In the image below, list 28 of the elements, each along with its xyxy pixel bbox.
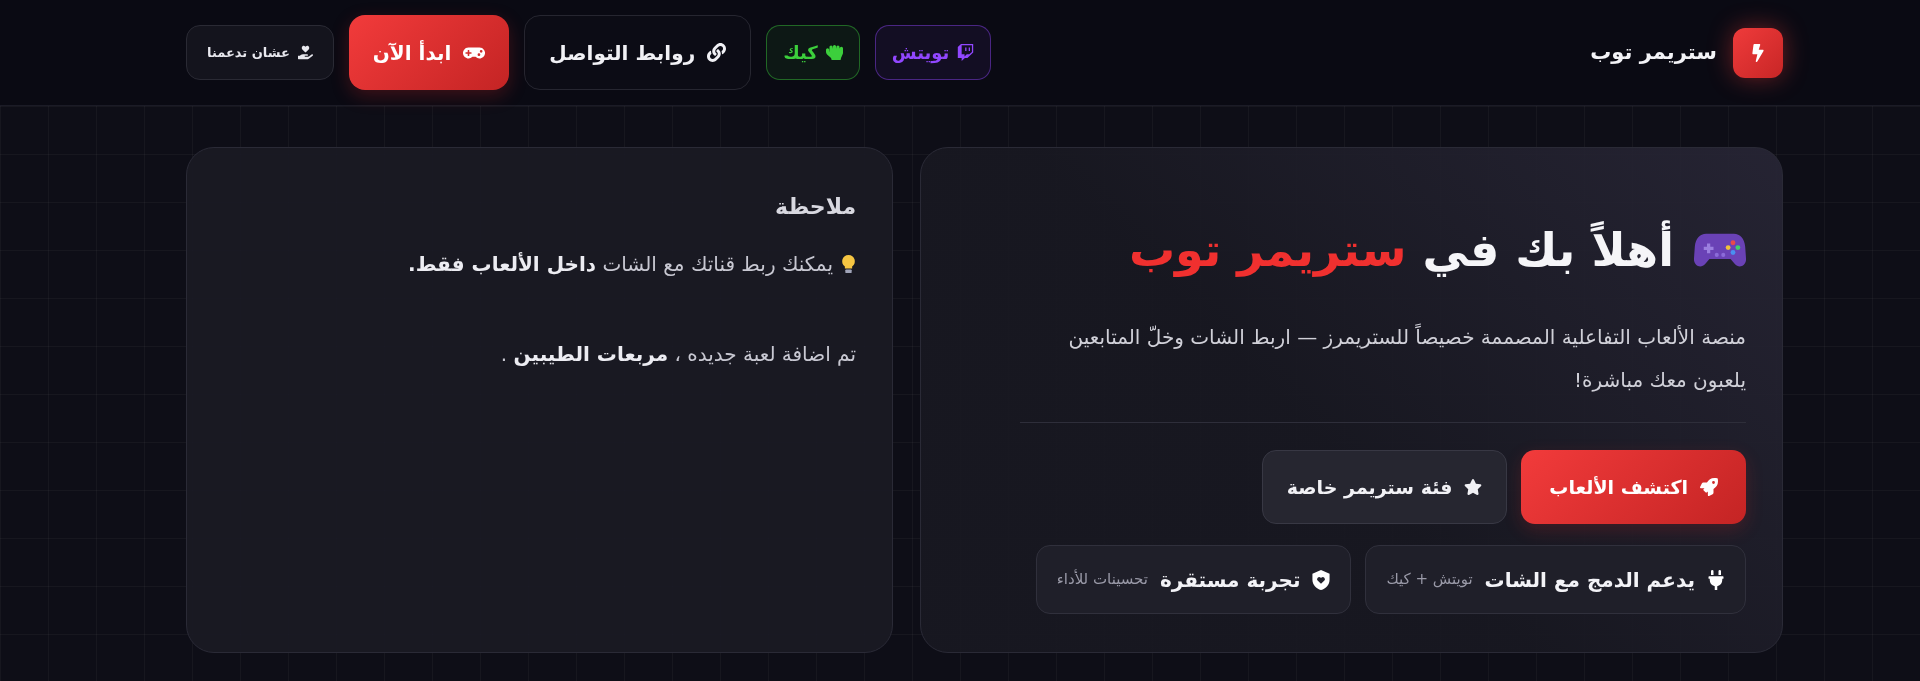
rocket-icon: [1700, 478, 1718, 496]
note-text: يمكنك ربط قناتك مع الشات داخل الألعاب فقط.: [408, 251, 833, 278]
hand-heart-icon: [297, 45, 313, 60]
note-title: ملاحظة: [774, 193, 856, 221]
social-links-button[interactable]: روابط التواصل: [524, 15, 752, 90]
feature-subtitle: تحسينات للأداء: [1056, 568, 1148, 591]
logo-text[interactable]: ستريمر توب: [1590, 36, 1717, 69]
description-text: منصة الألعاب التفاعلية المصممة خصيصاً للستريمرز — اربط الشات وخلّ المتابعين يلعبون معك مباشرة!: [1020, 316, 1746, 423]
plug-icon: [1707, 569, 1725, 590]
star-icon: [1464, 478, 1483, 496]
feature-title: يدعم الدمج مع الشات: [1484, 566, 1695, 594]
explore-games-button[interactable]: اكتشف الألعاب: [1521, 450, 1746, 524]
start-button[interactable]: ابدأ الآن: [348, 15, 510, 90]
streamer-category-button[interactable]: فئة ستريمر خاصة: [1261, 450, 1508, 524]
note-text: تم اضافة لعبة جديده ، مربعات الطيبين .: [500, 341, 856, 368]
lightbulb-icon: [841, 254, 856, 274]
bolt-logo-icon: [1733, 27, 1783, 78]
feature-subtitle: تويتش + كيك: [1386, 569, 1473, 591]
shield-heart-icon: [1312, 569, 1331, 590]
support-button[interactable]: عشان تدعمنا: [186, 25, 334, 80]
fist-icon: [825, 44, 843, 61]
chat-bubble-icon: [957, 44, 975, 61]
link-icon: [707, 43, 727, 62]
platform-link[interactable]: كيك: [766, 25, 860, 80]
platform-link[interactable]: تويتش: [874, 25, 992, 80]
gamepad-icon: [1694, 232, 1746, 268]
welcome-heading: أهلاً بك في ستريمر توب: [1128, 220, 1674, 280]
feature-title: تجربة مستقرة: [1159, 566, 1301, 594]
